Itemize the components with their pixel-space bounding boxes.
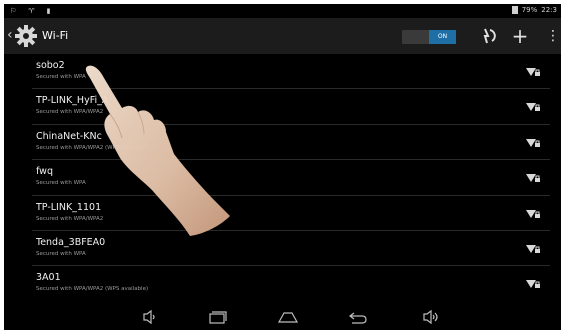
network-item[interactable]: 3A01 Secured with WPA/WPA2 (WPS availabl… <box>32 266 550 301</box>
status-bar: ⚐ ♈ ▮ 79% 22:3 <box>4 4 561 18</box>
network-item[interactable]: TP-LINK_HyFi_A Secured with WPA/WPA2 <box>32 89 550 125</box>
home-icon[interactable] <box>276 309 300 325</box>
network-ssid: ChinaNet-KNc <box>36 130 102 142</box>
back-icon[interactable] <box>346 309 370 325</box>
network-security: Secured with WPA <box>36 180 86 187</box>
settings-gear-icon[interactable] <box>14 24 38 48</box>
battery-percent: 79% <box>521 6 538 14</box>
wifi-lock-signal-icon <box>526 68 540 76</box>
notification-icon: ♈ <box>28 7 35 15</box>
network-list: sobo2 Secured with WPA TP-LINK_HyFi_A Se… <box>32 54 550 302</box>
wifi-lock-signal-icon <box>526 103 540 112</box>
toggle-on-segment: ON <box>429 30 456 44</box>
network-security: Secured with WPA/WPA2 (WPS available) <box>36 144 149 151</box>
wifi-toggle[interactable]: ON <box>402 30 456 44</box>
toggle-off-segment <box>402 30 429 44</box>
usb-debug-icon: ⚐ <box>10 7 17 15</box>
action-bar: ‹ Wi-Fi ON + ⋮ <box>4 18 561 54</box>
overflow-menu-icon[interactable]: ⋮ <box>546 26 560 46</box>
network-ssid: Tenda_3BFEA0 <box>36 236 106 248</box>
network-item[interactable]: fwq Secured with WPA <box>32 160 550 196</box>
sd-card-icon: ▮ <box>46 7 51 15</box>
wifi-lock-signal-icon <box>526 209 540 218</box>
back-chevron-icon[interactable]: ‹ <box>7 27 13 43</box>
clock: 22:3 <box>541 6 557 14</box>
network-security: Secured with WPA/WPA2 (WPS available) <box>36 286 149 293</box>
volume-up-icon[interactable] <box>420 309 444 325</box>
battery-icon <box>511 6 518 14</box>
network-ssid: TP-LINK_HyFi_A <box>36 95 109 107</box>
add-network-icon[interactable]: + <box>510 26 530 46</box>
network-item[interactable]: TP-LINK_1101 Secured with WPA/WPA2 <box>32 196 550 231</box>
wifi-lock-signal-icon <box>526 280 540 289</box>
tablet-screen: ⚐ ♈ ▮ 79% 22:3 ‹ Wi-Fi ON + ⋮ sobo2 Secu… <box>4 4 561 330</box>
network-item[interactable]: Tenda_3BFEA0 Secured with WPA <box>32 231 550 267</box>
page-title: Wi-Fi <box>42 29 69 42</box>
network-ssid: TP-LINK_1101 <box>36 201 102 213</box>
network-security: Secured with WPA/WPA2 <box>36 109 104 116</box>
wps-icon[interactable] <box>478 26 498 46</box>
network-item[interactable]: ChinaNet-KNc Secured with WPA/WPA2 (WPS … <box>32 125 550 161</box>
network-ssid: 3A01 <box>36 272 61 284</box>
wifi-lock-signal-icon <box>526 174 540 183</box>
network-ssid: fwq <box>36 166 53 178</box>
status-right: 79% 22:3 <box>511 6 557 14</box>
network-item[interactable]: sobo2 Secured with WPA <box>32 54 550 90</box>
wifi-lock-signal-icon <box>526 138 540 147</box>
network-security: Secured with WPA <box>36 250 86 257</box>
recent-apps-icon[interactable] <box>205 309 229 325</box>
network-security: Secured with WPA <box>36 74 86 80</box>
navigation-bar <box>4 304 561 330</box>
volume-down-icon[interactable] <box>138 309 162 325</box>
status-left-icons: ⚐ ♈ ▮ <box>10 7 50 15</box>
network-ssid: sobo2 <box>36 60 65 71</box>
network-security: Secured with WPA/WPA2 <box>36 215 104 222</box>
wifi-lock-signal-icon <box>526 244 540 253</box>
